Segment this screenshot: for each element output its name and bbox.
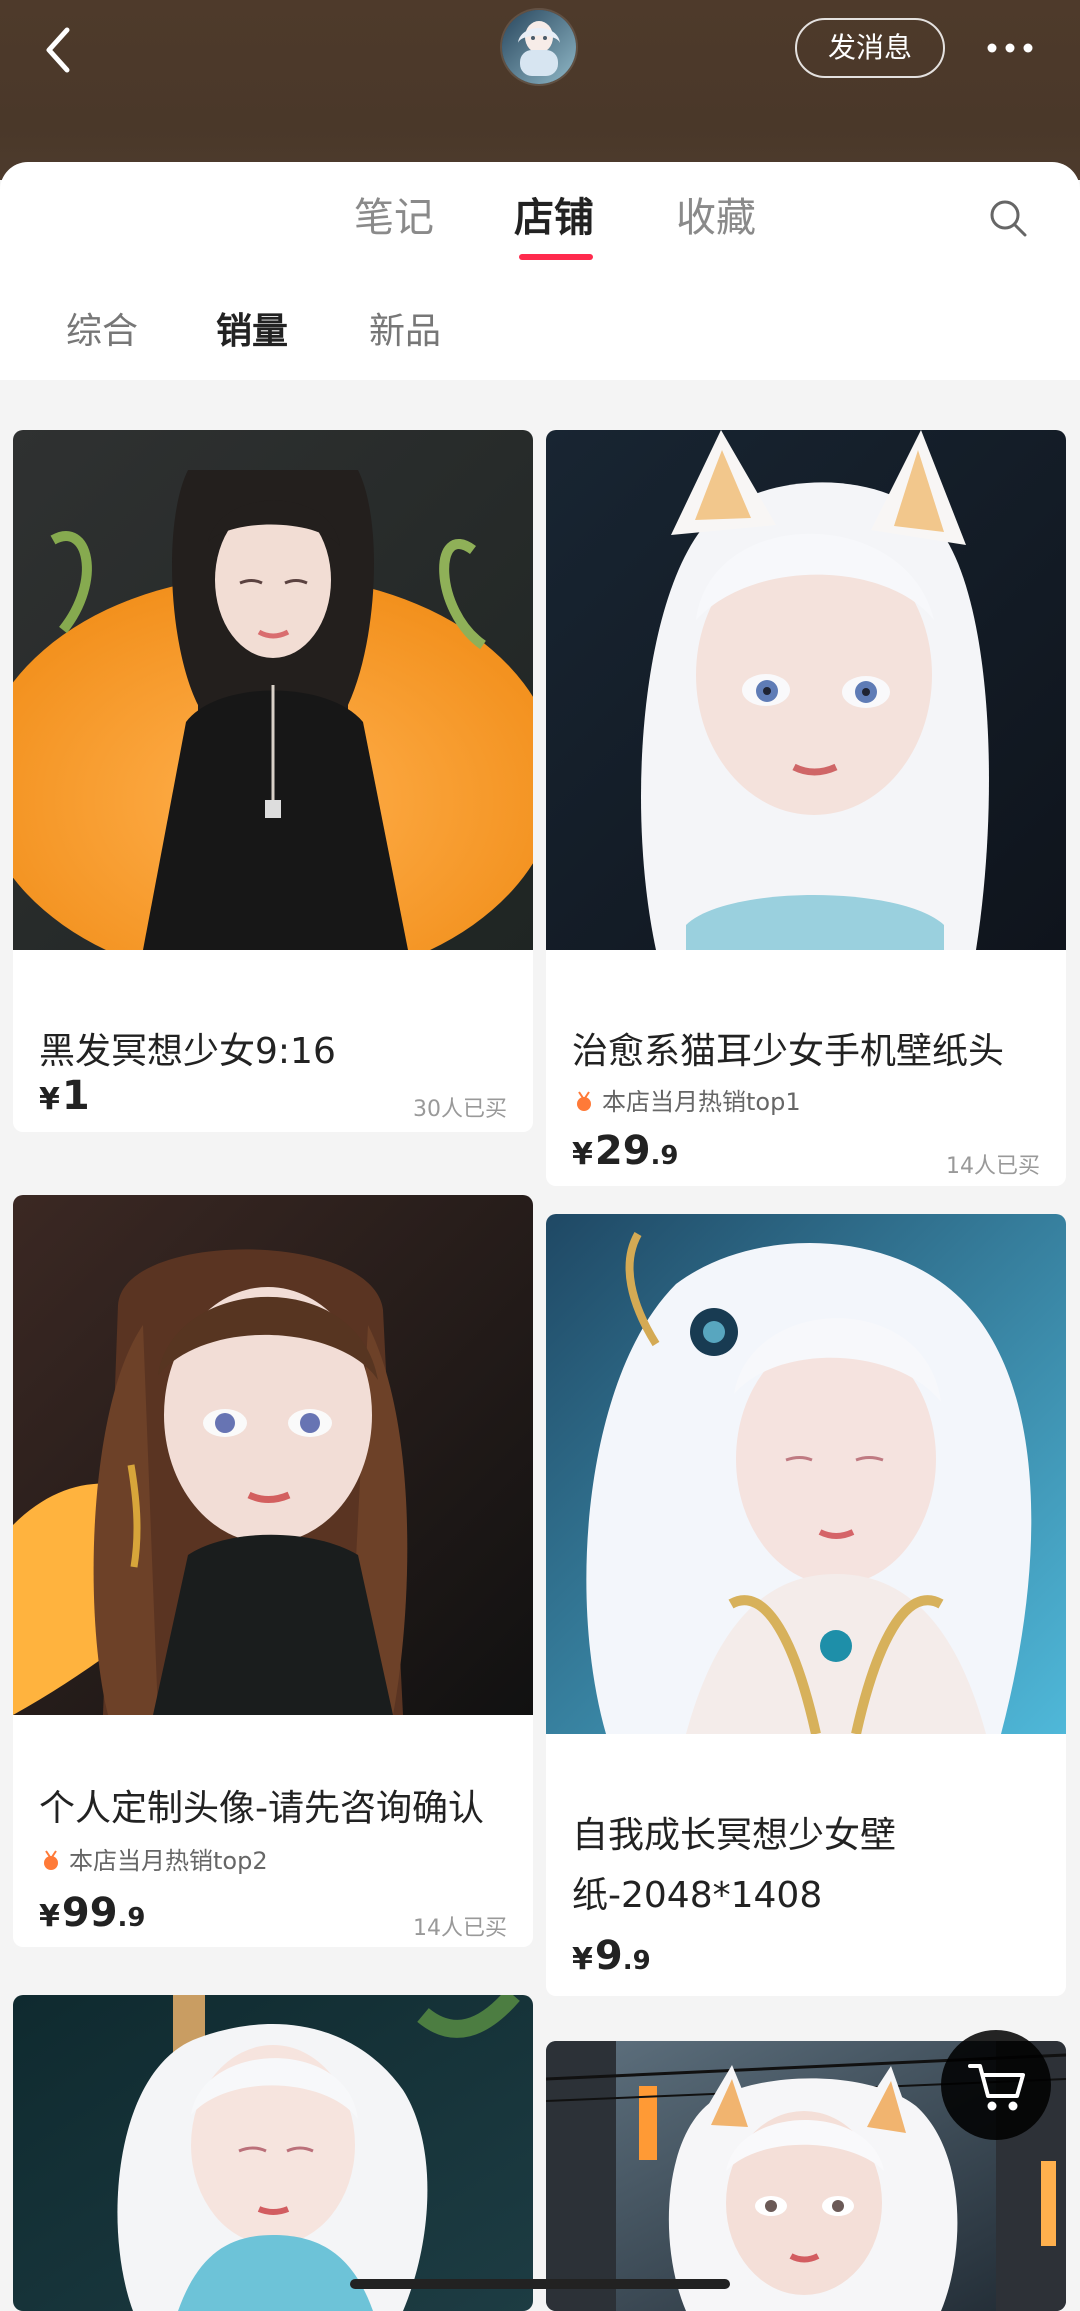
tab-favorites[interactable]: 收藏 [676, 192, 756, 244]
medal-icon [44, 1850, 58, 1870]
tab-store[interactable]: 店铺 [514, 192, 594, 244]
product-title-line-1: 自我成长冥想少女壁 [572, 1815, 897, 1856]
white-hair-girl-image [13, 1995, 533, 2311]
price-integer: 99 [61, 1890, 118, 1936]
product-price: ¥99.9 [39, 1890, 146, 1936]
send-message-button[interactable]: 发消息 [795, 18, 945, 78]
ranking-text: 本店当月热销top2 [69, 1847, 268, 1875]
sold-count: 14人已买 [413, 1916, 507, 1941]
sold-count: 30人已买 [413, 1097, 507, 1122]
price-currency: ¥ [572, 1137, 593, 1172]
product-feed: 黑发冥想少女9:16 ¥1 30人已买 治愈系猫耳少女手机壁纸头 本店当月热销t… [0, 380, 1080, 2311]
shopping-cart-icon [968, 2064, 1025, 2111]
product-image[interactable] [546, 1214, 1066, 1734]
product-price: ¥29.9 [572, 1128, 679, 1174]
ranking-badge: 本店当月热销top2 [39, 1846, 268, 1876]
price-currency: ¥ [572, 1942, 593, 1977]
ranking-badge: 本店当月热销top1 [572, 1087, 801, 1117]
product-image[interactable] [13, 1995, 533, 2311]
product-title[interactable]: 自我成长冥想少女壁 纸-2048*1408 [572, 1806, 1042, 1926]
price-decimal: .9 [622, 1946, 651, 1976]
price-integer: 1 [61, 1073, 90, 1119]
product-image[interactable] [13, 1195, 533, 1715]
home-indicator[interactable] [350, 2279, 730, 2289]
product-card[interactable]: 治愈系猫耳少女手机壁纸头 本店当月热销top1 ¥29.9 14人已买 [546, 430, 1066, 1186]
product-image[interactable] [13, 430, 533, 950]
avatar[interactable] [502, 10, 576, 84]
price-integer: 29 [594, 1128, 651, 1174]
product-title[interactable]: 个人定制头像-请先咨询确认 [39, 1779, 509, 1839]
top-bar: 发消息 [0, 0, 1080, 180]
medal-icon [577, 1091, 591, 1111]
search-icon [990, 200, 1027, 237]
main-sheet: 笔记 店铺 收藏 综合 销量 新品 黑发冥想少女9:16 ¥1 30人已买 治愈… [0, 162, 1080, 2311]
price-currency: ¥ [39, 1899, 60, 1934]
ranking-text: 本店当月热销top1 [602, 1088, 801, 1116]
product-card[interactable] [13, 1995, 533, 2311]
filter-all[interactable]: 综合 [66, 310, 138, 354]
product-image[interactable] [546, 430, 1066, 950]
price-decimal: .9 [650, 1141, 679, 1171]
product-card[interactable]: 自我成长冥想少女壁 纸-2048*1408 ¥9.9 [546, 1214, 1066, 1996]
product-card[interactable]: 个人定制头像-请先咨询确认 本店当月热销top2 ¥99.9 14人已买 [13, 1195, 533, 1947]
more-button[interactable] [980, 28, 1040, 68]
product-title[interactable]: 黑发冥想少女9:16 [39, 1022, 509, 1082]
cat-ear-girl-image [546, 430, 1066, 950]
custom-avatar-girl-image [13, 1195, 533, 1715]
sort-filters: 综合 销量 新品 [0, 280, 1080, 380]
chevron-left-icon [46, 27, 70, 73]
more-horizontal-icon [987, 43, 1033, 53]
cart-button[interactable] [941, 2030, 1051, 2140]
filter-new[interactable]: 新品 [369, 310, 441, 354]
price-currency: ¥ [39, 1082, 60, 1117]
product-price: ¥9.9 [572, 1933, 651, 1979]
sold-count: 14人已买 [946, 1154, 1040, 1179]
product-card[interactable]: 黑发冥想少女9:16 ¥1 30人已买 [13, 430, 533, 1132]
filter-sales[interactable]: 销量 [216, 310, 288, 354]
profile-tabs: 笔记 店铺 收藏 [0, 162, 1080, 281]
avatar-image [502, 10, 576, 84]
search-button[interactable] [986, 196, 1030, 240]
meditation-girl-image [546, 1214, 1066, 1734]
product-title[interactable]: 治愈系猫耳少女手机壁纸头 [572, 1022, 1042, 1082]
price-integer: 9 [594, 1933, 623, 1979]
black-hair-girl-image [13, 430, 533, 950]
tab-notes[interactable]: 笔记 [354, 192, 434, 244]
back-button[interactable] [36, 22, 84, 78]
product-title-line-2: 纸-2048*1408 [572, 1875, 823, 1916]
active-tab-indicator [519, 254, 593, 260]
product-price: ¥1 [39, 1073, 90, 1119]
price-decimal: .9 [117, 1903, 146, 1933]
